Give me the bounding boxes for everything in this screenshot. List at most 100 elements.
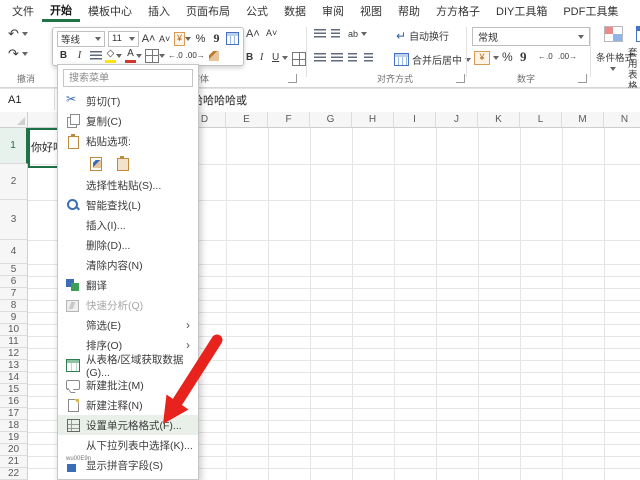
font-dialog-launcher[interactable] [288,74,297,83]
row-header-15[interactable]: 15 [0,384,28,396]
select-all-corner[interactable] [0,112,28,128]
undo-button[interactable]: ↶ [8,26,28,42]
bold-button[interactable]: B [246,52,253,63]
percent-style-button[interactable]: % [194,32,207,46]
bold-button[interactable]: B [57,49,70,63]
name-box[interactable]: A1 [0,89,55,110]
alignment-dialog-launcher[interactable] [456,74,465,83]
tab-ffcell[interactable]: 方方格子 [428,0,488,22]
number-format-select[interactable]: 常规 [472,27,590,46]
menu-item-translate[interactable]: 翻译 [58,275,198,295]
tab-formulas[interactable]: 公式 [238,0,276,22]
row-header-3[interactable]: 3 [0,200,28,240]
menu-item-new-comment[interactable]: 新建批注(M) [58,375,198,395]
menu-item-new-note[interactable]: 新建注释(N) [58,395,198,415]
menu-item-copy[interactable]: 复制(C) [58,111,198,131]
increase-decimal-button[interactable]: ←.0 [538,52,553,61]
row-header-4[interactable]: 4 [0,240,28,264]
font-name-select[interactable]: 等线 [57,30,105,47]
decrease-decimal-button[interactable]: .00→ [186,49,205,63]
tab-help[interactable]: 帮助 [390,0,428,22]
menu-item-insert[interactable]: 插入(I)... [58,215,198,235]
menu-item-smart-lookup[interactable]: 智能查找(L) [58,195,198,215]
row-header-5[interactable]: 5 [0,264,28,276]
comma-style-button[interactable]: 9 [210,31,223,46]
tab-page-layout[interactable]: 页面布局 [178,0,238,22]
align-middle-button[interactable] [331,29,340,38]
menu-item-cut[interactable]: 剪切(T) [58,91,198,111]
row-header-18[interactable]: 18 [0,420,28,432]
column-header-K[interactable]: K [478,112,520,128]
tab-home[interactable]: 开始 [42,0,80,22]
align-top-button[interactable] [314,29,326,38]
align-left-button[interactable] [314,53,326,62]
menu-item-clear-contents[interactable]: 清除内容(N) [58,255,198,275]
column-header-M[interactable]: M [562,112,604,128]
row-header-19[interactable]: 19 [0,432,28,444]
column-header-H[interactable]: H [352,112,394,128]
redo-button[interactable]: ↷ [8,46,28,62]
tab-pdf-tools[interactable]: PDF工具集 [555,0,626,22]
tab-template-center[interactable]: 模板中心 [80,0,140,22]
paste-plain-button[interactable] [113,154,132,173]
tab-file[interactable]: 文件 [4,0,42,22]
row-header-20[interactable]: 20 [0,444,28,456]
menu-item-delete[interactable]: 删除(D)... [58,235,198,255]
accounting-format-button[interactable]: ¥ [474,51,499,65]
row-header-2[interactable]: 2 [0,164,28,200]
merge-center-button[interactable]: 合并后居中 [394,52,471,67]
format-painter-button[interactable] [208,49,221,63]
menu-item-get-data-from-table[interactable]: 从表格/区域获取数据(G)... [58,354,198,379]
italic-button[interactable]: I [73,49,86,63]
font-color-button[interactable]: A [125,48,142,63]
column-header-G[interactable]: G [310,112,352,128]
italic-button[interactable]: I [260,52,263,63]
column-header-E[interactable]: E [226,112,268,128]
row-header-16[interactable]: 16 [0,396,28,408]
tab-view[interactable]: 视图 [352,0,390,22]
row-header-14[interactable]: 14 [0,372,28,384]
menu-item-show-phonetic[interactable]: 显示拼音字段(S) [58,455,198,475]
shrink-font-button[interactable]: A˅ [266,28,277,38]
row-header-8[interactable]: 8 [0,300,28,312]
menu-item-define-name[interactable]: 定义名称(A)... [58,475,198,480]
format-as-table-button[interactable] [226,32,239,46]
menu-item-paste-special[interactable]: 选择性粘贴(S)... [58,175,198,195]
row-header-13[interactable]: 13 [0,360,28,372]
column-header-J[interactable]: J [436,112,478,128]
row-header-11[interactable]: 11 [0,336,28,348]
menu-item-format-cells[interactable]: 设置单元格格式(F)... [58,415,198,435]
menu-item-paste-options[interactable]: 粘贴选项: [58,131,198,151]
borders-button[interactable] [292,52,306,66]
underline-button[interactable]: U [272,52,289,63]
menu-item-filter[interactable]: 筛选(E) › [58,315,198,335]
row-header-6[interactable]: 6 [0,276,28,288]
row-header-17[interactable]: 17 [0,408,28,420]
increase-indent-button[interactable] [364,53,373,62]
decrease-indent-button[interactable] [348,53,357,62]
borders-button[interactable] [145,48,165,63]
row-header-21[interactable]: 21 [0,456,28,468]
accounting-format-button[interactable]: ¥ [174,31,191,46]
comma-style-button[interactable]: 9 [520,49,527,65]
fill-color-button[interactable]: ◇ [105,48,122,63]
row-header-10[interactable]: 10 [0,324,28,336]
row-header-7[interactable]: 7 [0,288,28,300]
row-header-12[interactable]: 12 [0,348,28,360]
column-header-L[interactable]: L [520,112,562,128]
tab-insert[interactable]: 插入 [140,0,178,22]
align-center-button[interactable] [89,49,102,63]
column-header-I[interactable]: I [394,112,436,128]
align-center-button[interactable] [331,53,343,62]
increase-decimal-button[interactable]: ←.0 [168,49,183,63]
font-size-select[interactable]: 11 [108,30,140,47]
number-dialog-launcher[interactable] [578,74,587,83]
menu-search-input[interactable] [63,69,193,87]
tab-review[interactable]: 审阅 [314,0,352,22]
orientation-button[interactable]: ab [348,29,368,39]
row-header-9[interactable]: 9 [0,312,28,324]
decrease-decimal-button[interactable]: .00→ [558,52,577,61]
paste-keep-formatting-button[interactable] [86,154,105,173]
row-header-1[interactable]: 1 [0,128,28,164]
wrap-text-button[interactable]: ↵ 自动换行 [396,28,449,44]
